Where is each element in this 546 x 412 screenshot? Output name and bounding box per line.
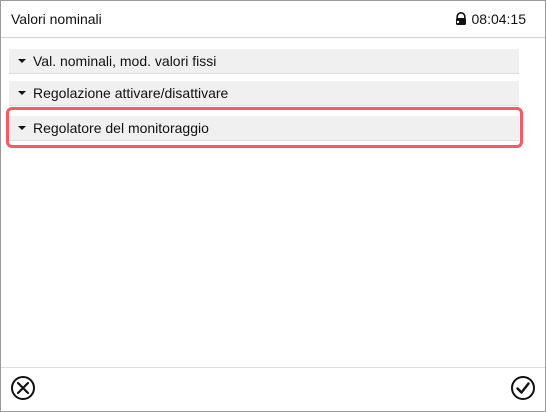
- menu-item-label: Regolatore del monitoraggio: [33, 120, 209, 136]
- menu-item-label: Val. nominali, mod. valori fissi: [33, 53, 217, 69]
- confirm-button[interactable]: [509, 374, 537, 407]
- header-bar: Valori nominali 08:04:15: [1, 1, 545, 38]
- lock-icon: [453, 11, 469, 27]
- valori-nominali-screen: Valori nominali 08:04:15 Val. nominali, …: [0, 0, 546, 412]
- chevron-down-icon: [17, 88, 27, 98]
- page-title: Valori nominali: [11, 11, 102, 27]
- menu-item-label: Regolazione attivare/disattivare: [33, 85, 229, 101]
- menu-item-regolatore-monitoraggio[interactable]: Regolatore del monitoraggio: [9, 116, 519, 141]
- menu-item-val-nominali[interactable]: Val. nominali, mod. valori fissi: [9, 49, 519, 74]
- close-circle-icon: [9, 374, 37, 407]
- footer-bar: [1, 367, 545, 411]
- chevron-down-icon: [17, 123, 27, 133]
- clock-area: 08:04:15: [453, 10, 527, 28]
- cancel-button[interactable]: [9, 374, 37, 407]
- menu-item-regolazione[interactable]: Regolazione attivare/disattivare: [9, 81, 519, 106]
- check-circle-icon: [509, 374, 537, 407]
- chevron-down-icon: [17, 56, 27, 66]
- current-time: 08:04:15: [471, 11, 527, 27]
